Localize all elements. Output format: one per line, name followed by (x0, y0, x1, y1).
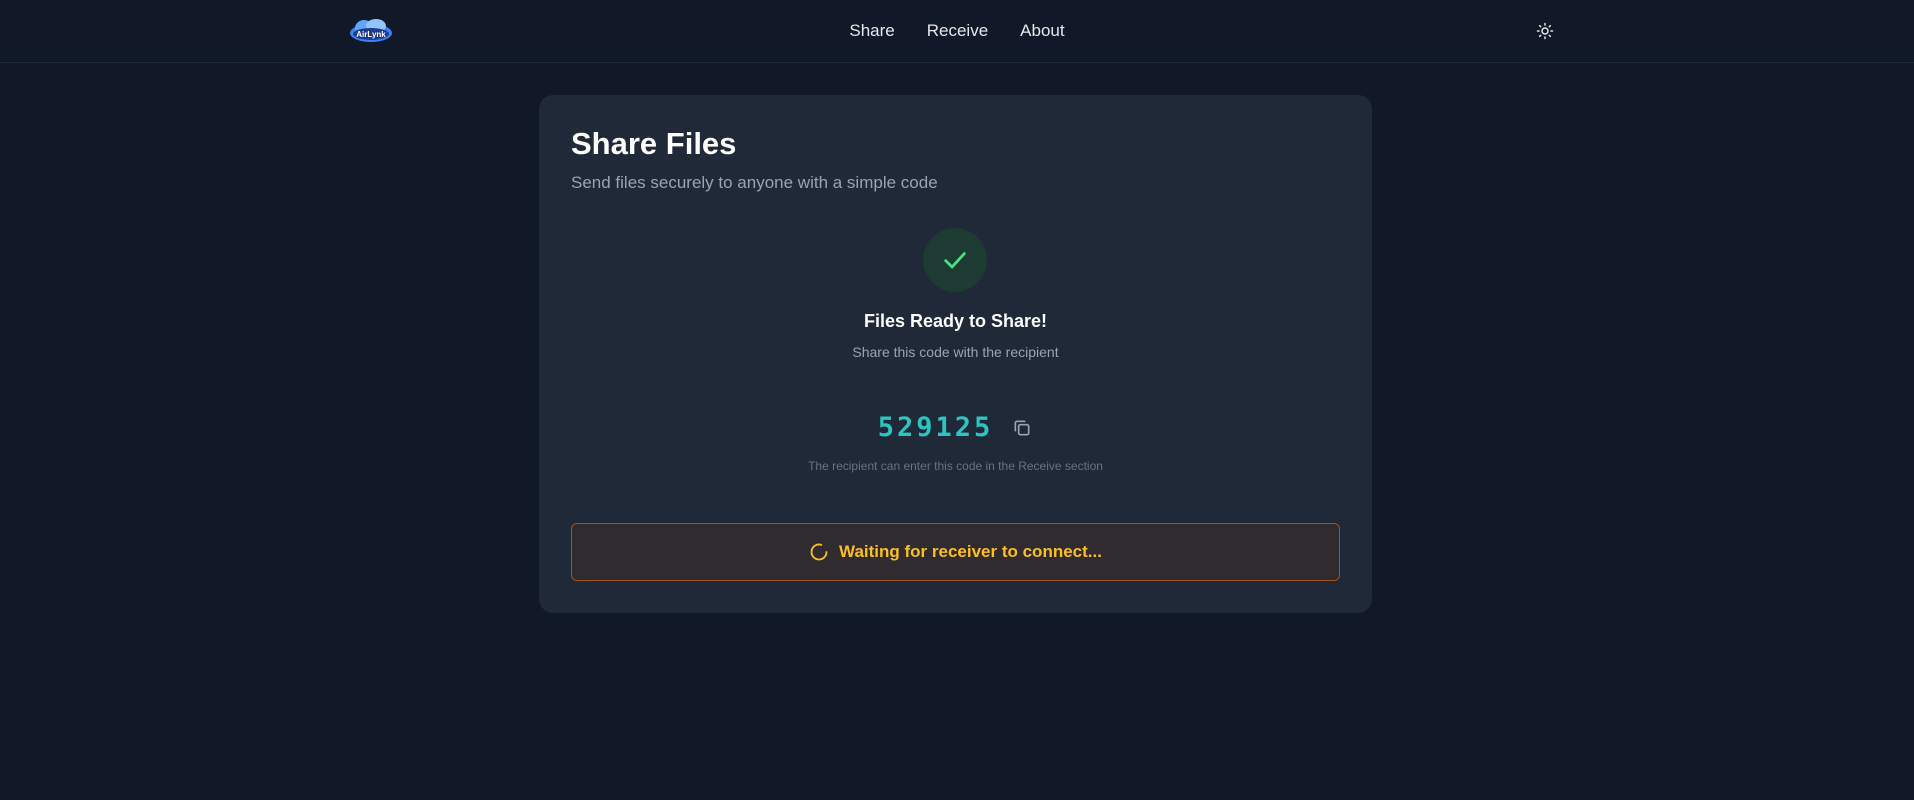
share-files-card: Share Files Send files securely to anyon… (539, 95, 1372, 613)
page-subtitle: Send files securely to anyone with a sim… (571, 173, 938, 192)
nav-about[interactable]: About (1020, 20, 1064, 42)
top-navbar: AirLynk Share Receive About (0, 0, 1914, 63)
share-code: 529125 (877, 412, 994, 443)
code-hint: The recipient can enter this code in the… (808, 459, 1103, 473)
nav-receive[interactable]: Receive (927, 20, 988, 42)
copy-icon (1014, 420, 1030, 436)
success-badge (923, 228, 987, 292)
waiting-status-banner: Waiting for receiver to connect... (571, 523, 1340, 581)
sun-icon (1536, 22, 1554, 40)
check-icon (944, 252, 966, 269)
share-code-row: 529125 (539, 411, 1372, 445)
nav-share[interactable]: Share (849, 20, 894, 42)
main-nav: Share Receive About (0, 20, 1914, 42)
waiting-text: Waiting for receiver to connect... (839, 542, 1102, 561)
ready-heading: Files Ready to Share! (863, 311, 1048, 331)
page-title: Share Files (571, 126, 737, 161)
theme-toggle-button[interactable] (1532, 18, 1558, 44)
ready-subheading: Share this code with the recipient (852, 344, 1059, 360)
spinner-icon (809, 542, 829, 562)
copy-code-button[interactable] (1011, 417, 1033, 439)
